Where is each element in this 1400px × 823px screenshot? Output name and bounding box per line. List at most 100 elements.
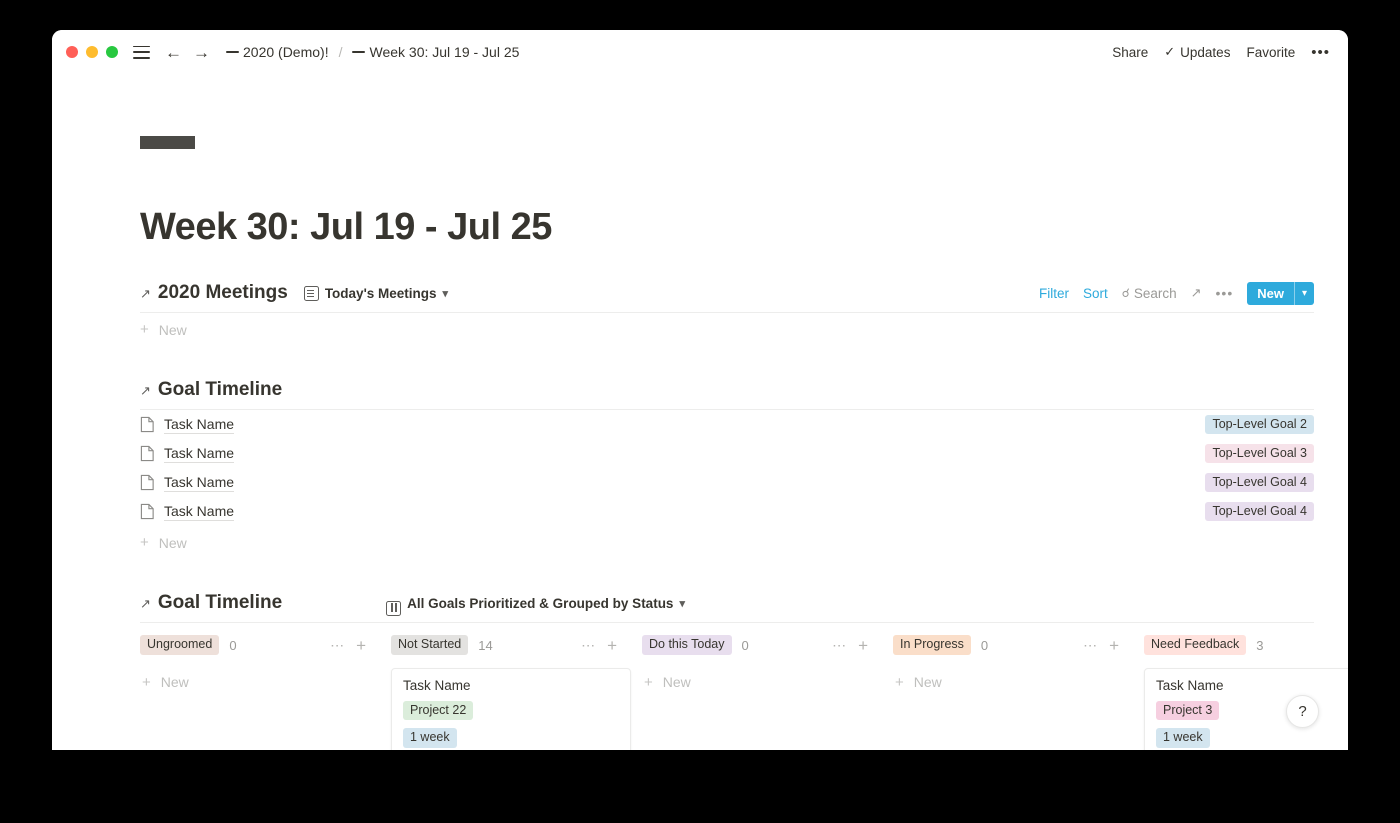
column-body: + New — [140, 668, 380, 696]
updates-button[interactable]: ✓ Updates — [1164, 44, 1230, 60]
table-row[interactable]: Task Name Top-Level Goal 4 — [140, 497, 1314, 526]
dash-icon — [352, 50, 366, 54]
section-title-goal-timeline-board[interactable]: Goal Timeline — [158, 592, 282, 614]
column-title: In Progress — [893, 635, 971, 655]
task-name[interactable]: Task Name — [164, 445, 235, 463]
more-options-icon[interactable]: ⋯ — [1083, 638, 1098, 652]
new-row-meetings[interactable]: + New — [140, 313, 1314, 346]
new-button-label: New — [1257, 285, 1284, 301]
more-options-icon[interactable]: ⋯ — [581, 638, 596, 652]
kanban-column-need-feedback: Need Feedback 3 ⋯ Task Name Project 3 — [1144, 633, 1348, 750]
section-header-goal-timeline-board: ↗ Goal Timeline All Goals Prioritized & … — [140, 590, 1314, 616]
project-badge: Project 22 — [403, 701, 474, 721]
plus-icon: + — [895, 673, 904, 691]
sidebar-toggle-icon[interactable] — [133, 45, 150, 59]
breadcrumb-separator: / — [338, 44, 343, 60]
section-title-meetings[interactable]: 2020 Meetings — [158, 282, 288, 304]
page-icon-placeholder — [140, 136, 195, 149]
column-actions: ⋯ + — [832, 633, 868, 657]
open-link-arrow-icon[interactable]: ↗ — [140, 287, 151, 300]
duration-badge: 1 week — [403, 728, 457, 748]
plus-icon: + — [140, 534, 149, 551]
kanban-card[interactable]: Task Name Project 22 1 week 🏔️ Top-Level… — [391, 668, 631, 750]
view-selector-board[interactable]: All Goals Prioritized & Grouped by Statu… — [298, 591, 685, 616]
window-controls[interactable] — [66, 46, 118, 58]
breadcrumb-parent-label: 2020 (Demo)! — [243, 44, 329, 60]
add-card-icon[interactable]: + — [1109, 637, 1119, 654]
expand-icon[interactable]: ↗ — [1191, 285, 1202, 301]
column-header: Ungroomed 0 ⋯ + — [140, 633, 380, 657]
task-name[interactable]: Task Name — [164, 474, 235, 492]
search-label: Search — [1133, 285, 1177, 301]
chevron-down-icon: ▾ — [679, 597, 685, 610]
help-button[interactable]: ? — [1286, 695, 1319, 728]
share-button[interactable]: Share — [1112, 45, 1148, 60]
open-link-arrow-icon[interactable]: ↗ — [140, 384, 151, 397]
favorite-button[interactable]: Favorite — [1246, 45, 1295, 60]
column-header: Do this Today 0 ⋯ + — [642, 633, 882, 657]
column-body: Task Name Project 22 1 week 🏔️ Top-Level… — [391, 668, 631, 750]
breadcrumb-current-label: Week 30: Jul 19 - Jul 25 — [369, 44, 520, 60]
column-count: 14 — [478, 637, 493, 653]
search-button[interactable]: ☌ Search — [1122, 286, 1177, 301]
more-options-icon[interactable]: ⋯ — [330, 638, 345, 652]
status-badge: Top-Level Goal 2 — [1205, 414, 1314, 435]
title-bar: ← → 2020 (Demo)! / Week 30: Jul 19 - Jul… — [52, 30, 1348, 74]
new-card-button[interactable]: + New — [140, 668, 380, 696]
chevron-down-icon[interactable]: ▾ — [1295, 282, 1314, 305]
table-row[interactable]: Task Name Top-Level Goal 3 — [140, 439, 1314, 468]
page-title: Week 30: Jul 19 - Jul 25 — [140, 206, 552, 248]
add-card-icon[interactable]: + — [607, 637, 617, 654]
database-toolbar-meetings: Filter Sort ☌ Search ↗ ••• New ▾ — [1039, 280, 1314, 306]
plus-icon: + — [644, 673, 653, 691]
column-header: Not Started 14 ⋯ + — [391, 633, 631, 657]
task-name[interactable]: Task Name — [164, 416, 235, 434]
forward-arrow-icon[interactable]: → — [193, 44, 210, 61]
navigation-arrows: ← → — [165, 44, 210, 61]
kanban-column-do-this-today: Do this Today 0 ⋯ + + New — [642, 633, 893, 750]
new-card-button[interactable]: + New — [642, 668, 882, 696]
add-card-icon[interactable]: + — [858, 637, 868, 654]
check-icon: ✓ — [1164, 44, 1176, 59]
kanban-column-ungroomed: Ungroomed 0 ⋯ + + New — [140, 633, 391, 750]
new-card-button[interactable]: + New — [893, 668, 1133, 696]
breadcrumb: 2020 (Demo)! / Week 30: Jul 19 - Jul 25 — [226, 44, 519, 60]
table-row[interactable]: Task Name Top-Level Goal 2 — [140, 410, 1314, 439]
page-body: Week 30: Jul 19 - Jul 25 ↗ 2020 Meetings… — [52, 74, 1348, 750]
breadcrumb-item-current[interactable]: Week 30: Jul 19 - Jul 25 — [352, 44, 519, 60]
column-title: Not Started — [391, 635, 469, 655]
new-row-label: New — [158, 534, 187, 551]
section-title-goal-timeline[interactable]: Goal Timeline — [158, 379, 282, 401]
add-card-icon[interactable]: + — [356, 637, 366, 654]
task-name[interactable]: Task Name — [164, 503, 235, 521]
plus-icon: + — [142, 673, 151, 691]
column-header: In Progress 0 ⋯ + — [893, 633, 1133, 657]
maximize-window-icon[interactable] — [106, 46, 118, 58]
row-tag-container: Top-Level Goal 3 — [1205, 443, 1314, 464]
view-selector-meetings[interactable]: Today's Meetings ▾ — [303, 285, 448, 301]
view-name-board: All Goals Prioritized & Grouped by Statu… — [407, 595, 674, 611]
table-row[interactable]: Task Name Top-Level Goal 4 — [140, 468, 1314, 497]
column-title: Need Feedback — [1144, 635, 1247, 655]
app-window: ← → 2020 (Demo)! / Week 30: Jul 19 - Jul… — [52, 30, 1348, 750]
back-arrow-icon[interactable]: ← — [165, 44, 182, 61]
more-options-icon[interactable]: ⋯ — [832, 638, 847, 652]
open-link-arrow-icon[interactable]: ↗ — [140, 597, 151, 610]
more-options-icon[interactable]: ••• — [1216, 286, 1234, 300]
new-button[interactable]: New ▾ — [1247, 281, 1314, 305]
breadcrumb-item-parent[interactable]: 2020 (Demo)! — [226, 44, 329, 60]
project-badge: Project 3 — [1156, 701, 1220, 721]
page-content: Week 30: Jul 19 - Jul 25 ↗ 2020 Meetings… — [52, 136, 1348, 623]
title-bar-actions: Share ✓ Updates Favorite ••• — [1112, 30, 1330, 74]
sort-button[interactable]: Sort — [1083, 286, 1108, 301]
new-row-goal-timeline[interactable]: + New — [140, 526, 1314, 559]
close-window-icon[interactable] — [66, 46, 78, 58]
column-body: + New — [642, 668, 882, 696]
divider — [140, 622, 1314, 623]
filter-button[interactable]: Filter — [1039, 286, 1069, 301]
column-title: Ungroomed — [140, 635, 220, 655]
card-project-row: Project 3 — [1156, 701, 1348, 721]
minimize-window-icon[interactable] — [86, 46, 98, 58]
card-duration-row: 1 week — [403, 728, 619, 748]
more-options-icon[interactable]: ••• — [1311, 45, 1330, 60]
